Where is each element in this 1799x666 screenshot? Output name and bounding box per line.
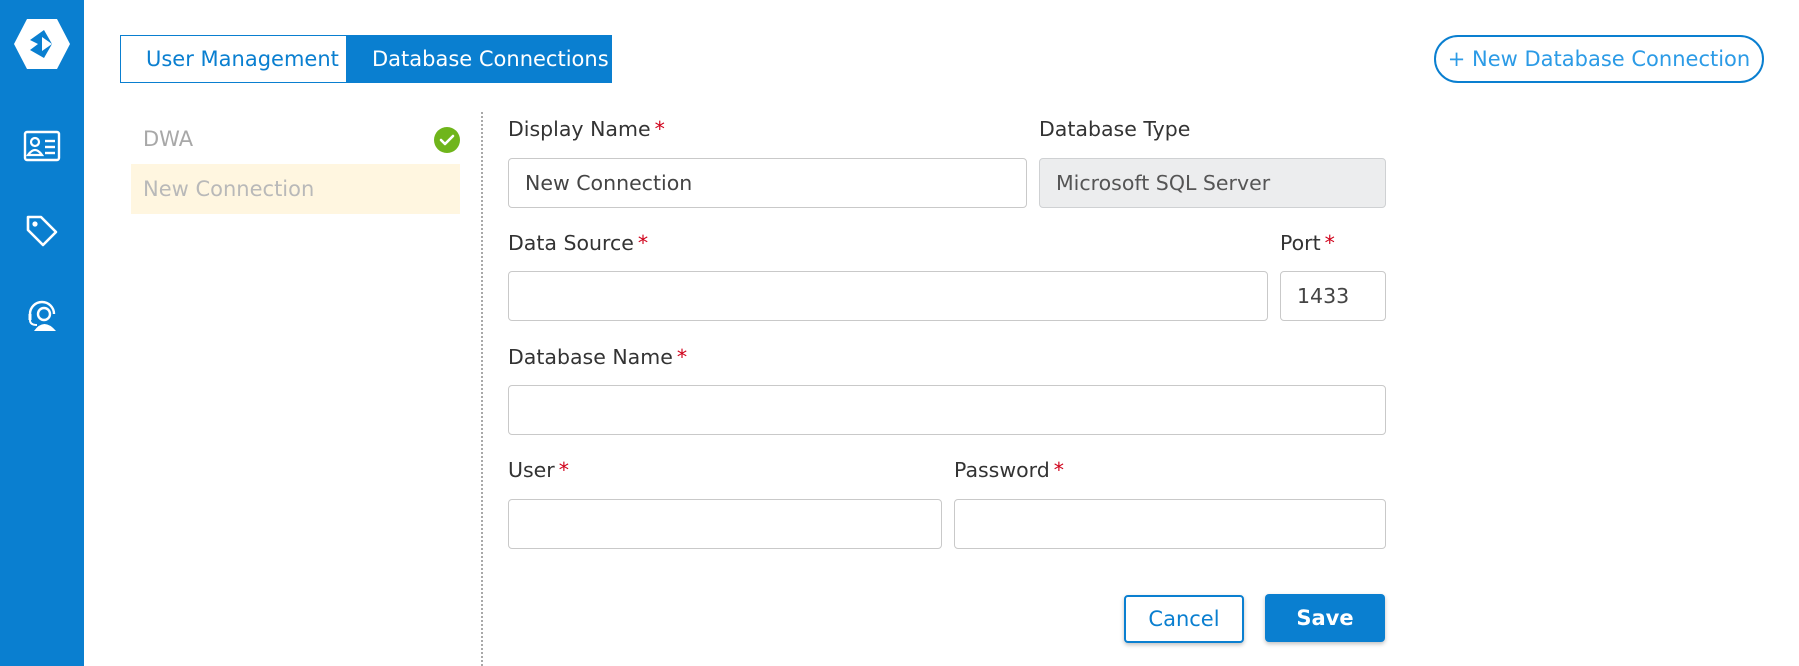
port-label: Port *: [1280, 231, 1335, 255]
user-input[interactable]: [508, 499, 942, 549]
connection-name: New Connection: [143, 177, 315, 201]
database-type-field: [1039, 158, 1386, 208]
check-icon: [434, 127, 460, 153]
new-database-connection-button[interactable]: + New Database Connection: [1434, 35, 1764, 83]
display-name-label: Display Name *: [508, 117, 665, 141]
data-source-input[interactable]: [508, 271, 1268, 321]
tag-icon[interactable]: [20, 209, 64, 253]
left-nav-rail: [0, 0, 84, 666]
save-button[interactable]: Save: [1265, 594, 1385, 642]
password-input[interactable]: [954, 499, 1386, 549]
database-name-input[interactable]: [508, 385, 1386, 435]
database-name-label: Database Name *: [508, 345, 688, 369]
display-name-input[interactable]: [508, 158, 1027, 208]
tab-database-connections[interactable]: Database Connections: [347, 35, 612, 83]
data-source-label: Data Source *: [508, 231, 649, 255]
tab-user-management[interactable]: User Management: [120, 35, 347, 83]
list-item[interactable]: DWA: [131, 114, 460, 164]
connection-name: DWA: [143, 127, 194, 151]
divider: [481, 112, 483, 666]
list-item[interactable]: New Connection: [131, 164, 460, 214]
user-label: User *: [508, 458, 569, 482]
cancel-button[interactable]: Cancel: [1124, 595, 1244, 643]
tab-bar: User Management Database Connections: [120, 35, 612, 83]
connection-list: DWA New Connection: [131, 114, 460, 214]
support-agent-icon[interactable]: [20, 293, 64, 337]
password-label: Password *: [954, 458, 1065, 482]
logo-icon[interactable]: [12, 16, 72, 72]
contact-card-icon[interactable]: [20, 124, 64, 168]
port-input[interactable]: [1280, 271, 1386, 321]
database-type-label: Database Type: [1039, 117, 1191, 141]
